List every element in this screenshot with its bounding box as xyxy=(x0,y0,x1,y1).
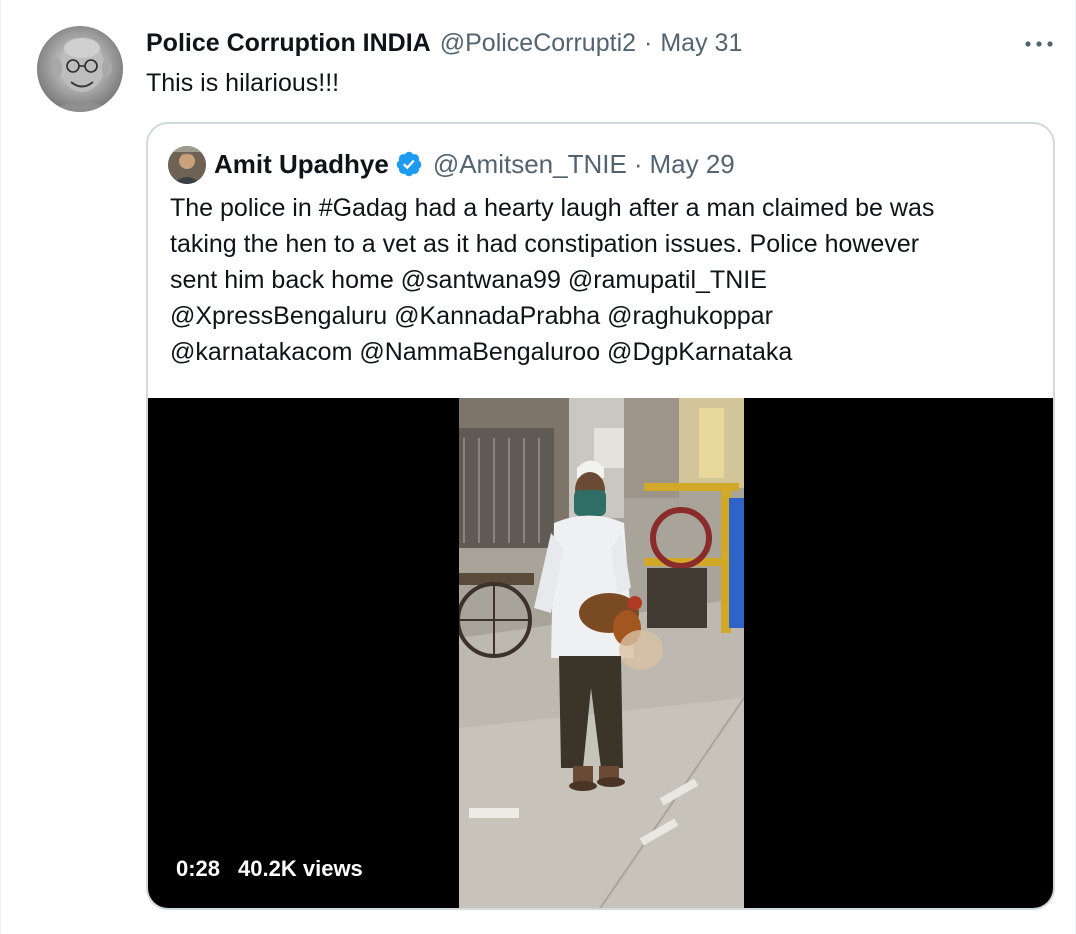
quoted-tweet-text: The police in #Gadag had a hearty laugh … xyxy=(170,190,1045,370)
tweet-date[interactable]: May 31 xyxy=(660,28,742,58)
author-display-name[interactable]: Police Corruption INDIA xyxy=(146,28,431,58)
more-options-icon[interactable] xyxy=(1019,30,1059,58)
quoted-tweet-text-line: sent him back home @santwana99 @ramupati… xyxy=(170,266,767,294)
video-player[interactable]: 0:28 40.2K views xyxy=(148,398,1053,908)
tweet-header: Police Corruption INDIA @PoliceCorrupti2… xyxy=(146,28,742,58)
quoted-tweet-text-line: The police in #Gadag had a hearty laugh … xyxy=(170,194,935,222)
author-avatar[interactable] xyxy=(37,26,123,112)
video-duration: 0:28 xyxy=(176,856,221,881)
quoted-tweet-text-line: taking the hen to a vet as it had consti… xyxy=(170,230,920,258)
tweet-container: Police Corruption INDIA @PoliceCorrupti2… xyxy=(0,0,1076,934)
video-view-count: 40.2K views xyxy=(238,856,363,881)
quoted-tweet-text-line: @karnatakacom @NammaBengaluroo @DgpKarna… xyxy=(170,338,793,366)
author-handle[interactable]: @PoliceCorrupti2 xyxy=(440,28,636,58)
quoted-author-avatar[interactable] xyxy=(168,146,206,184)
quoted-author-display-name[interactable]: Amit Upadhye xyxy=(214,148,389,180)
tweet-text: This is hilarious!!! xyxy=(146,69,340,97)
video-meta: 0:28 40.2K views xyxy=(176,856,363,882)
separator-dot: · xyxy=(633,149,643,179)
quoted-tweet-date[interactable]: May 29 xyxy=(649,148,734,180)
quoted-tweet-header: Amit Upadhye @Amitsen_TNIE · May 29 xyxy=(214,148,735,180)
video-thumbnail xyxy=(459,398,744,908)
quoted-tweet-text-line: @XpressBengaluru @KannadaPrabha @raghuko… xyxy=(170,302,773,330)
separator-dot: · xyxy=(644,29,653,57)
quoted-tweet-card[interactable]: Amit Upadhye @Amitsen_TNIE · May 29 The … xyxy=(146,122,1055,910)
verified-badge-icon xyxy=(396,151,422,177)
quoted-author-handle[interactable]: @Amitsen_TNIE xyxy=(433,148,627,180)
